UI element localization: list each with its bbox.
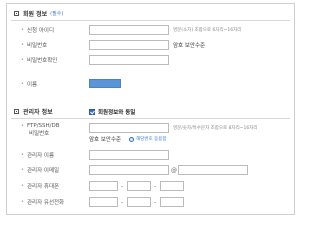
ftp-password-hint: 영문/숫자/특수문자 조합으로 8자리~16자리	[173, 126, 258, 131]
email-at-sign: @	[171, 166, 177, 174]
admin-email-local-input[interactable]	[89, 165, 169, 175]
radio-icon[interactable]	[129, 136, 135, 142]
password-row: 비밀번호 암호 보안수준	[7, 39, 294, 51]
login-id-label: 신청 아이디	[21, 24, 54, 36]
admin-mobile-part3-input[interactable]	[160, 181, 184, 191]
admin-email-domain-input[interactable]	[178, 165, 248, 175]
admin-email-label: 관리자 이메일	[21, 164, 59, 176]
dash: -	[154, 198, 157, 206]
admin-mobile-part1-input[interactable]	[89, 181, 118, 191]
ftp-password-label-line2: 비밀번호	[29, 131, 50, 137]
login-id-row: 신청 아이디 영문(소자) 조합으로 6자리~16자리	[7, 24, 294, 36]
password-security-text: 암호 보안수준	[173, 43, 206, 49]
admin-mobile-row: 관리자 휴대폰 - -	[7, 180, 294, 192]
dash: -	[121, 182, 124, 190]
member-section-title: 회원 정보	[23, 11, 48, 18]
admin-phone-label: 관리자 유선전화	[21, 196, 64, 208]
divider	[11, 20, 290, 21]
admin-section-header: 관리자 정보	[14, 107, 53, 116]
admin-mobile-part2-input[interactable]	[127, 181, 151, 191]
same-as-member-label: 회원정보와 동일	[98, 110, 136, 116]
password-input[interactable]	[89, 40, 169, 50]
name-value-box[interactable]	[89, 79, 121, 88]
same-as-member-checkbox[interactable]: 회원정보와 동일	[89, 107, 135, 117]
login-id-input[interactable]	[89, 25, 169, 35]
admin-mobile-label: 관리자 휴대폰	[21, 180, 59, 192]
password-confirm-label: 비밀번호확인	[21, 54, 57, 66]
password-label: 비밀번호	[21, 39, 47, 51]
admin-phone-row: 관리자 유선전화 - -	[7, 196, 294, 208]
ftp-security-line: 암호 보안수준 해당번호 동용함	[89, 135, 167, 143]
admin-phone-part2-input[interactable]	[127, 197, 151, 207]
checkbox-checked-icon[interactable]	[89, 109, 95, 115]
admin-name-row: 관리자 이름	[7, 149, 294, 161]
login-id-hint: 영문(소자) 조합으로 6자리~16자리	[173, 28, 242, 33]
section-square-icon	[14, 11, 19, 16]
admin-section-title: 관리자 정보	[23, 109, 53, 116]
password-confirm-input[interactable]	[89, 55, 169, 65]
password-confirm-row: 비밀번호확인	[7, 54, 294, 66]
admin-phone-part1-input[interactable]	[89, 197, 118, 207]
signup-form-panel: 회원 정보 (필수) 신청 아이디 영문(소자) 조합으로 6자리~16자리 비…	[6, 3, 295, 215]
name-row: 이름	[7, 78, 294, 90]
divider	[11, 118, 290, 119]
dash: -	[154, 182, 157, 190]
admin-phone-part3-input[interactable]	[160, 197, 184, 207]
section-square-icon	[14, 109, 19, 114]
ftp-password-input[interactable]	[89, 123, 169, 133]
member-section-required-note: (필수)	[50, 11, 64, 17]
admin-name-label: 관리자 이름	[21, 149, 54, 161]
dash: -	[121, 198, 124, 206]
ftp-security-text: 암호 보안수준	[89, 137, 122, 143]
admin-email-row: 관리자 이메일 @	[7, 164, 294, 176]
name-label: 이름	[21, 78, 37, 90]
ftp-radio-label: 해당번호 동용함	[136, 137, 167, 142]
member-section-header: 회원 정보 (필수)	[14, 9, 63, 18]
admin-name-input[interactable]	[89, 150, 169, 160]
